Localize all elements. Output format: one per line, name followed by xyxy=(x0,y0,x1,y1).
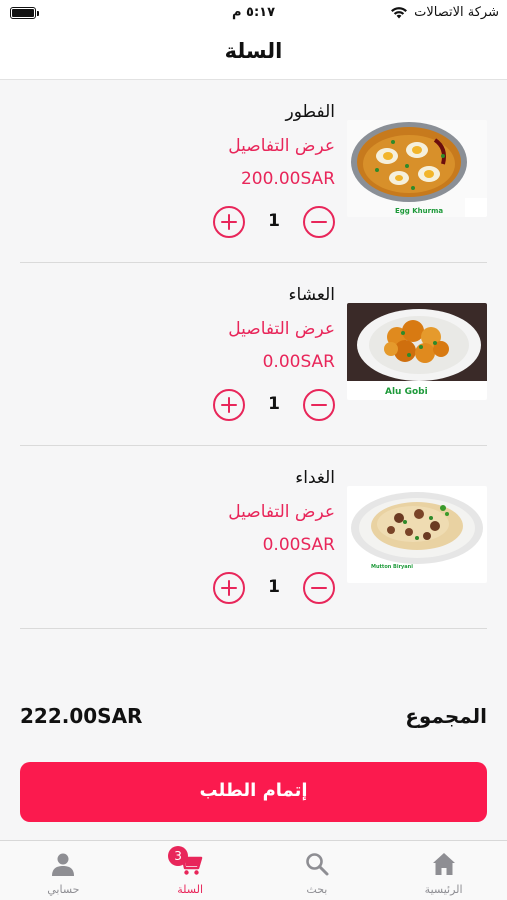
quantity-value: 1 xyxy=(268,211,280,231)
food-image: Egg Khurma xyxy=(347,120,487,217)
quantity-value: 1 xyxy=(268,577,280,597)
tab-search[interactable]: بحث xyxy=(254,841,381,900)
view-details-link[interactable]: عرض التفاصيل xyxy=(228,136,335,156)
tab-bar: حسابي 3 السلة بحث الرئيسية xyxy=(0,840,507,900)
user-icon xyxy=(52,853,75,876)
search-icon xyxy=(306,853,329,876)
carrier-name: شركة الاتصالات xyxy=(414,5,499,20)
carrier-status: شركة الاتصالات xyxy=(390,5,499,20)
tab-cart[interactable]: 3 السلة xyxy=(127,841,254,900)
tab-label: حسابي xyxy=(47,883,80,896)
food-image: Mutton Biryani xyxy=(347,486,487,583)
total-value: 222.00SAR xyxy=(20,704,143,728)
image-caption: Mutton Biryani xyxy=(371,564,413,570)
image-caption: Alu Gobi xyxy=(385,387,428,397)
cart-count-badge: 3 xyxy=(168,846,189,866)
status-bar: شركة الاتصالات ٥:١٧ م xyxy=(0,0,507,28)
page-title: السلة xyxy=(224,39,283,63)
quantity-stepper: 1 xyxy=(213,572,335,604)
image-caption: Egg Khurma xyxy=(395,207,443,215)
total-label: المجموع xyxy=(405,704,487,728)
item-price: 200.00SAR xyxy=(240,169,335,189)
item-name: العشاء xyxy=(288,285,335,305)
cart-item: Mutton Biryani الغداء عرض التفاصيل 0.00S… xyxy=(20,446,487,629)
tab-label: الرئيسية xyxy=(424,883,463,896)
nav-header: السلة xyxy=(0,28,507,80)
item-price: 0.00SAR xyxy=(262,535,335,555)
quantity-value: 1 xyxy=(268,394,280,414)
decrease-quantity-button[interactable] xyxy=(303,389,335,421)
battery-icon xyxy=(10,7,39,19)
cart-item: Alu Gobi العشاء عرض التفاصيل 0.00SAR 1 xyxy=(20,263,487,446)
increase-quantity-button[interactable] xyxy=(213,389,245,421)
tab-account[interactable]: حسابي xyxy=(0,841,127,900)
wifi-icon xyxy=(391,7,408,19)
item-price: 0.00SAR xyxy=(262,352,335,372)
food-image: Alu Gobi xyxy=(347,303,487,400)
item-name: الغداء xyxy=(295,468,335,488)
tab-home[interactable]: الرئيسية xyxy=(380,841,507,900)
tab-label: السلة xyxy=(177,883,203,896)
quantity-stepper: 1 xyxy=(213,389,335,421)
total-row: المجموع 222.00SAR xyxy=(20,704,487,734)
quantity-stepper: 1 xyxy=(213,206,335,238)
tab-label: بحث xyxy=(306,883,328,896)
cart-item: Egg Khurma الفطور عرض التفاصيل 200.00SAR… xyxy=(20,80,487,263)
increase-quantity-button[interactable] xyxy=(213,572,245,604)
clock: ٥:١٧ م xyxy=(231,5,276,20)
item-name: الفطور xyxy=(285,102,335,122)
home-icon xyxy=(432,853,455,875)
decrease-quantity-button[interactable] xyxy=(303,206,335,238)
decrease-quantity-button[interactable] xyxy=(303,572,335,604)
increase-quantity-button[interactable] xyxy=(213,206,245,238)
checkout-button[interactable]: إتمام الطلب xyxy=(20,762,487,822)
view-details-link[interactable]: عرض التفاصيل xyxy=(228,502,335,522)
cart-list: Egg Khurma الفطور عرض التفاصيل 200.00SAR… xyxy=(0,80,507,629)
view-details-link[interactable]: عرض التفاصيل xyxy=(228,319,335,339)
